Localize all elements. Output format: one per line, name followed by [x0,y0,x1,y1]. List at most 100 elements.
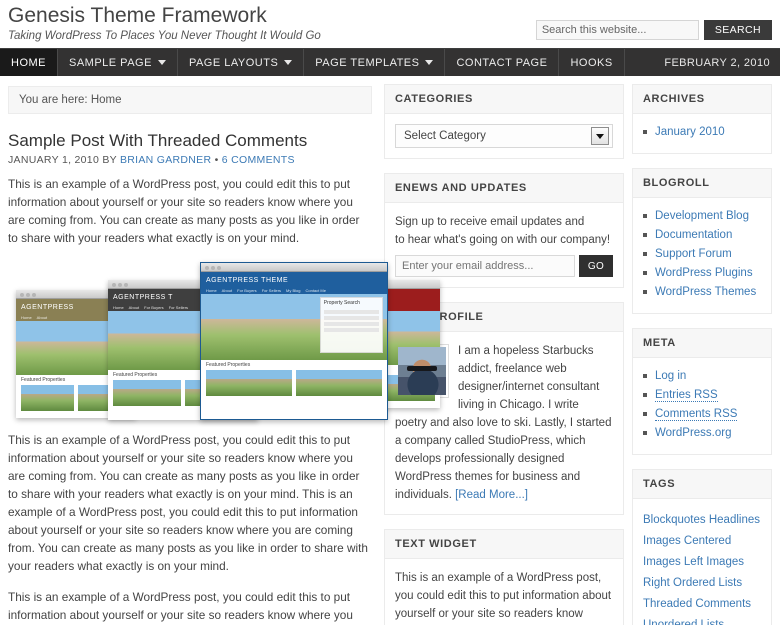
enews-go-button[interactable]: GO [579,255,613,277]
tag-link[interactable]: Right Ordered Lists [643,577,742,589]
nav-item-sample-page[interactable]: SAMPLE PAGE [58,49,178,76]
meta-link-entries-rss[interactable]: Entries RSS [655,389,718,402]
widget-blogroll: BLOGROLL Development Blog Documentation … [632,168,772,314]
text-widget-body: This is an example of a WordPress post, … [395,572,612,620]
post-title[interactable]: Sample Post With Threaded Comments [8,130,372,151]
nav-date: FEBRUARY 2, 2010 [664,56,770,69]
nav-item-contact-page[interactable]: CONTACT PAGE [445,49,560,76]
meta-list: Log in Entries RSS Comments RSS WordPres… [643,368,761,442]
widget-body: This is an example of a WordPress post, … [385,559,623,625]
sidebar-right: ARCHIVES January 2010 BLOGROLL Developme… [628,76,780,625]
archives-list: January 2010 [643,124,761,141]
tag-link[interactable]: Blockquotes Headlines [643,514,760,526]
chevron-down-icon [157,60,166,65]
nav-item-hooks[interactable]: HOOKS [559,49,625,76]
nav-item-label: HOOKS [570,56,613,69]
widget-body: Sign up to receive email updates and to … [385,203,623,287]
widget-title: ENEWS AND UPDATES [385,174,623,203]
widget-body: Blockquotes Headlines Images Centered Im… [633,499,771,625]
avatar [395,344,449,398]
list-item: Log in [643,368,761,385]
tag-link[interactable]: Threaded Comments [643,598,751,610]
sidebar-middle: CATEGORIES Select Category ENEWS AND UPD… [380,76,628,625]
nav-item-label: CONTACT PAGE [456,56,548,69]
montage-window-blue: AGENTPRESS THEME Home About For Buyers For … [200,262,388,420]
site-header: Genesis Theme Framework Taking WordPress… [0,0,780,48]
nav-item-label: PAGE TEMPLATES [315,56,420,69]
blogroll-link[interactable]: Support Forum [655,248,732,260]
window-titlebar [201,263,387,272]
page-root: Genesis Theme Framework Taking WordPress… [0,0,780,625]
breadcrumb: You are here: Home [8,86,372,114]
post-article: Sample Post With Threaded Comments JANUA… [8,130,440,625]
nav-item-label: SAMPLE PAGE [69,56,152,69]
avatar-image [398,347,446,395]
post-comments-link[interactable]: 6 COMMENTS [222,154,295,166]
post-paragraph-1: This is an example of a WordPress post, … [8,177,360,245]
post-date: JANUARY 1, 2010 [8,154,100,166]
nav-item-label: PAGE LAYOUTS [188,56,279,69]
meta-link-wordpress-org[interactable]: WordPress.org [655,427,731,439]
list-item: WordPress.org [643,425,761,442]
search-button[interactable]: SEARCH [703,20,772,40]
enews-form: GO [395,255,613,277]
blogroll-list: Development Blog Documentation Support F… [643,208,761,301]
list-item: Comments RSS [643,406,761,423]
list-item: WordPress Themes [643,284,761,301]
list-item: Entries RSS [643,387,761,404]
email-input[interactable] [395,255,575,277]
enews-line-2: to hear what's going on with our company… [395,234,611,246]
blogroll-link[interactable]: WordPress Themes [655,286,756,298]
enews-line-1: Sign up to receive email updates and [395,216,585,228]
list-item: Development Blog [643,208,761,225]
widget-body: Log in Entries RSS Comments RSS WordPres… [633,358,771,454]
tag-link[interactable]: Images Left Images [643,556,744,568]
widget-enews: ENEWS AND UPDATES Sign up to receive ema… [384,173,624,288]
tag-link[interactable]: Unordered Lists [643,619,724,625]
page-body: You are here: Home Sample Post With Thre… [0,76,780,625]
widget-tags: TAGS Blockquotes Headlines Images Center… [632,469,772,625]
widget-body: January 2010 [633,114,771,153]
post-meta: JANUARY 1, 2010 BY BRIAN GARDNER • 6 COM… [8,154,372,166]
primary-navigation: HOME SAMPLE PAGE PAGE LAYOUTS PAGE TEMPL… [0,48,780,76]
montage-window-header: AGENTPRESS THEME [201,272,387,286]
blogroll-link[interactable]: WordPress Plugins [655,267,753,279]
post-author-link[interactable]: BRIAN GARDNER [120,154,211,166]
chevron-down-icon [425,60,434,65]
meta-link-comments-rss[interactable]: Comments RSS [655,408,738,421]
read-more-link[interactable]: [Read More...] [455,489,528,501]
list-item: Documentation [643,227,761,244]
category-select-value: Select Category [404,130,486,142]
header-search-form: SEARCH [535,20,772,40]
blogroll-link[interactable]: Documentation [655,229,732,241]
widget-title: BLOGROLL [633,169,771,198]
meta-link-login[interactable]: Log in [655,370,686,382]
widget-title: CATEGORIES [385,85,623,114]
widget-title: ARCHIVES [633,85,771,114]
post-by-label: BY [102,154,117,166]
montage-thumbs [201,369,387,396]
chevron-down-icon[interactable] [591,127,609,145]
nav-item-label: HOME [11,56,46,69]
chevron-down-icon [284,60,293,65]
montage-label: Featured Properties [206,361,251,368]
tag-link[interactable]: Images Centered [643,535,731,547]
post-image[interactable]: AGENTPRESS Home About Featured Properties… [8,260,440,420]
blogroll-link[interactable]: Development Blog [655,210,749,222]
category-select[interactable]: Select Category [395,124,613,148]
archive-link[interactable]: January 2010 [655,126,725,138]
list-item: January 2010 [643,124,761,141]
widget-title: TEXT WIDGET [385,530,623,559]
widget-body: I am a hopeless Starbucks addict, freela… [385,332,623,514]
nav-item-home[interactable]: HOME [0,49,58,76]
search-input[interactable] [535,20,699,40]
montage-property-search: Property Search [319,297,383,353]
post-paragraph-3: This is an example of a WordPress post, … [8,590,353,622]
widget-body: Development Blog Documentation Support F… [633,198,771,313]
nav-item-page-templates[interactable]: PAGE TEMPLATES [304,49,446,76]
theme-screenshot-montage: AGENTPRESS Home About Featured Properties… [8,260,440,420]
nav-item-page-layouts[interactable]: PAGE LAYOUTS [178,49,305,76]
montage-window-nav: Home About For Buyers For Sellers My Blog Con… [201,286,387,294]
widget-categories: CATEGORIES Select Category [384,84,624,159]
widget-title: META [633,329,771,358]
